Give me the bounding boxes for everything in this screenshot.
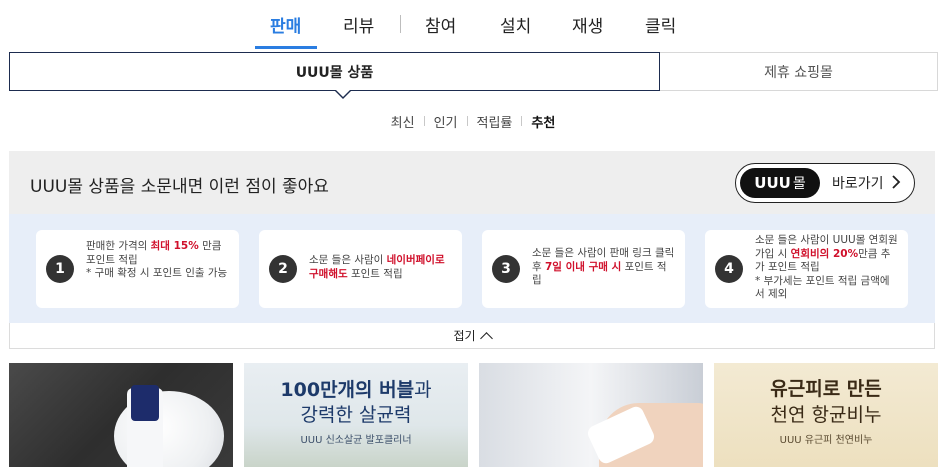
sort-divider	[423, 116, 425, 126]
collapse-label: 접기	[453, 329, 476, 343]
active-tab-indicator	[255, 46, 317, 49]
tab-play[interactable]: 재생	[572, 12, 603, 37]
bottle-cap-image	[131, 385, 159, 421]
tab-separator	[400, 15, 401, 33]
benefit-note: * 구매 확정 시 포인트 인출 가능	[86, 267, 228, 279]
promo-benefits: 1 판매한 가격의 최대 15% 만큼 포인트 적립 * 구매 확정 시 포인트…	[9, 214, 935, 324]
product-thumbnail[interactable]	[479, 363, 703, 467]
promo-header: UUU몰 상품을 소문내면 이런 점이 좋아요 UUU 몰 바로가기	[9, 151, 935, 214]
step-number: 1	[46, 255, 74, 283]
step-number: 2	[269, 255, 297, 283]
step-number: 3	[492, 255, 520, 283]
benefit-text: 소문 들은 사람이 네이버페이로 구매해도 포인트 적립	[309, 254, 445, 280]
mall-logo-suffix: 몰	[792, 176, 806, 192]
tab-review[interactable]: 리뷰	[343, 12, 374, 37]
benefit-text: 소문 들은 사람이 판매 링크 클릭 후 7일 이내 구매 시 포인트 적립	[532, 247, 675, 286]
benefit-text: 판매한 가격의 최대 15% 만큼 포인트 적립 * 구매 확정 시 포인트 인…	[86, 240, 228, 279]
product-thumbnail[interactable]: 100만개의 버블과 강력한 살균력 UUU 신소살균 발포클리너	[244, 363, 468, 467]
collapse-button[interactable]: 접기	[9, 323, 935, 349]
tab-click[interactable]: 클릭	[645, 12, 676, 37]
step-number: 4	[715, 255, 743, 283]
product-headline-2: 천연 항균비누	[770, 404, 882, 426]
sort-popular[interactable]: 인기	[434, 112, 458, 131]
tab-participate[interactable]: 참여	[425, 12, 456, 37]
benefit-card: 3 소문 들은 사람이 판매 링크 클릭 후 7일 이내 구매 시 포인트 적립	[482, 230, 685, 308]
tab-sell[interactable]: 판매	[270, 12, 301, 37]
benefit-text: 소문 들은 사람이 UUU몰 연회원 가입 시 연회비의 20%만큼 추가 포인…	[755, 234, 898, 301]
sort-recommended[interactable]: 추천	[531, 112, 555, 131]
product-headline: 100만개의 버블과	[280, 379, 432, 401]
product-thumbnail[interactable]	[9, 363, 233, 467]
sort-rate[interactable]: 적립률	[477, 112, 513, 131]
product-headline: 유근피로 만든	[770, 378, 882, 400]
product-thumbnail[interactable]: 유근피로 만든 천연 항균비누 UUU 유근피 천연비누	[714, 363, 938, 467]
mall-logo-text: UUU	[754, 174, 791, 192]
chevron-up-icon	[479, 331, 493, 345]
sort-divider	[466, 116, 468, 126]
sub-tab-partner-mall[interactable]: 제휴 쇼핑몰	[660, 52, 938, 91]
tab-install[interactable]: 설치	[500, 12, 531, 37]
benefit-note: * 부가세는 포인트 적립 금액에서 제외	[755, 274, 890, 301]
sub-tab-own-mall[interactable]: UUU몰 상품	[9, 52, 660, 91]
sort-latest[interactable]: 최신	[391, 112, 415, 131]
sub-tab-bar: UUU몰 상품 제휴 쇼핑몰	[9, 52, 938, 91]
sort-options: 최신 인기 적립률 추천	[0, 112, 946, 131]
benefit-card: 4 소문 들은 사람이 UUU몰 연회원 가입 시 연회비의 20%만큼 추가 …	[705, 230, 908, 308]
sub-tab-pointer-fill	[335, 89, 351, 97]
mall-logo: UUU 몰	[740, 168, 820, 198]
go-to-mall-button[interactable]: UUU 몰 바로가기	[735, 163, 915, 203]
chevron-right-icon	[891, 174, 901, 193]
promo-title: UUU몰 상품을 소문내면 이런 점이 좋아요	[30, 177, 329, 197]
product-subtitle: UUU 유근피 천연비누	[779, 435, 873, 446]
benefit-card: 2 소문 들은 사람이 네이버페이로 구매해도 포인트 적립	[259, 230, 462, 308]
product-headline-2: 강력한 살균력	[300, 404, 412, 426]
sort-divider	[521, 116, 523, 126]
go-button-label: 바로가기	[832, 176, 884, 192]
product-subtitle: UUU 신소살균 발포클리너	[300, 435, 412, 446]
benefit-card: 1 판매한 가격의 최대 15% 만큼 포인트 적립 * 구매 확정 시 포인트…	[36, 230, 239, 308]
main-tab-bar: 판매 리뷰 참여 설치 재생 클릭	[0, 0, 946, 50]
